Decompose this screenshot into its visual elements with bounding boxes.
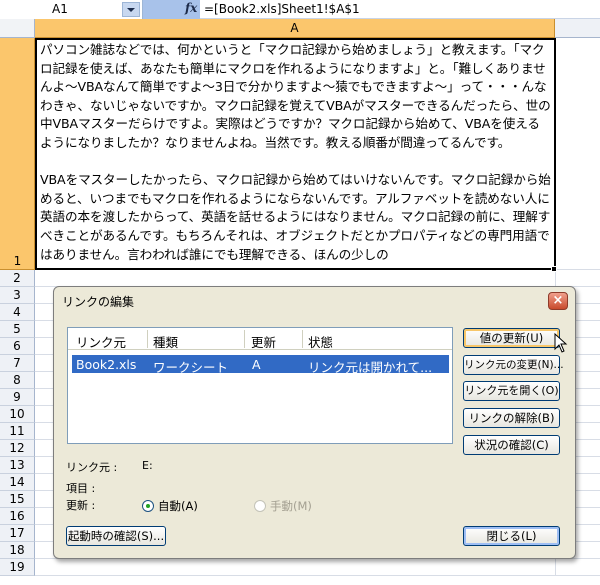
update-values-button[interactable]: 値の更新(U) [463, 328, 560, 348]
startup-prompt-button[interactable]: 起動時の確認(S)... [66, 526, 166, 546]
column-header-a[interactable]: A [35, 19, 555, 38]
break-link-button[interactable]: リンクの解除(B) [463, 408, 560, 428]
link-status: リンク元は開かれて... [308, 360, 433, 375]
column-divider[interactable] [244, 330, 245, 348]
cell-b1[interactable] [556, 38, 600, 270]
formula-bar: A1 fx =[Book2.xls]Sheet1!$A$1 [0, 0, 600, 19]
insert-function-area: fx [143, 0, 200, 19]
row-number: 11 [9, 424, 25, 438]
source-label: リンク元 : [66, 461, 118, 474]
cell-a1[interactable]: パソコン雑誌などでは、何かというと「マクロ記録から始めましょう」と教えます。「マ… [35, 38, 556, 270]
row-header-12[interactable]: 12 [0, 440, 35, 457]
row-header-15[interactable]: 15 [0, 491, 35, 508]
update-label: 更新 : [66, 499, 96, 512]
grid-row [35, 559, 600, 576]
mouse-pointer-icon [554, 333, 568, 353]
name-box-dropdown-button[interactable] [122, 2, 140, 17]
close-button[interactable]: 閉じる(L) [463, 526, 560, 546]
auto-update-radio[interactable] [142, 500, 154, 512]
cell-a1-paragraph-1: パソコン雑誌などでは、何かというと「マクロ記録から始めましょう」と教えます。「マ… [40, 42, 551, 150]
name-box[interactable]: A1 [0, 0, 143, 19]
row-header-1[interactable]: 1 [0, 38, 35, 270]
dialog-title: リンクの編集 [62, 295, 135, 309]
column-header-b[interactable] [555, 19, 600, 38]
row-header-11[interactable]: 11 [0, 423, 35, 440]
row-header-5[interactable]: 5 [0, 321, 35, 338]
row-header-14[interactable]: 14 [0, 474, 35, 491]
row-header-9[interactable]: 9 [0, 389, 35, 406]
row-number: 7 [13, 356, 21, 370]
row-header-4[interactable]: 4 [0, 304, 35, 321]
grid-row [35, 270, 600, 287]
row-number: 1 [13, 254, 22, 268]
column-divider[interactable] [147, 330, 148, 348]
source-value: E: [142, 459, 153, 472]
select-all-corner[interactable] [0, 19, 35, 38]
row-header-10[interactable]: 10 [0, 406, 35, 423]
row-number: 2 [13, 271, 21, 285]
row-number: 10 [9, 407, 25, 421]
formula-input[interactable]: =[Book2.xls]Sheet1!$A$1 [204, 2, 360, 16]
row-number: 6 [13, 339, 21, 353]
row-number: 13 [9, 458, 25, 472]
row-header-16[interactable]: 16 [0, 508, 35, 525]
row-number: 17 [9, 526, 25, 540]
row-number: 15 [9, 492, 25, 506]
fx-icon[interactable]: fx [185, 1, 197, 15]
row-header-13[interactable]: 13 [0, 457, 35, 474]
row-number: 12 [9, 441, 25, 455]
row-header-2[interactable]: 2 [0, 270, 35, 287]
manual-update-radio[interactable] [254, 500, 266, 512]
column-header-update[interactable]: 更新 [251, 332, 276, 351]
link-type: ワークシート [153, 360, 229, 375]
row-header-7[interactable]: 7 [0, 355, 35, 372]
cell-a1-paragraph-2: VBAをマスターしたかったら、マクロ記録から始めてはいけないんです。マクロ記録か… [40, 172, 551, 262]
auto-update-label[interactable]: 自動(A) [158, 498, 198, 514]
link-update: A [252, 357, 261, 372]
row-header-18[interactable]: 18 [0, 542, 35, 559]
change-source-button[interactable]: リンク元の変更(N)... [463, 355, 564, 375]
links-list-header: リンク元 種類 更新 状態 [68, 328, 452, 350]
row-header-3[interactable]: 3 [0, 287, 35, 304]
row-number: 14 [9, 475, 25, 489]
column-header-source[interactable]: リンク元 [76, 332, 126, 351]
row-number: 5 [13, 322, 21, 336]
row-number: 18 [9, 543, 25, 557]
row-header-6[interactable]: 6 [0, 338, 35, 355]
check-status-button[interactable]: 状況の確認(C) [463, 435, 560, 455]
chevron-down-icon [127, 8, 135, 12]
open-source-button[interactable]: リンク元を開く(O) [463, 381, 560, 401]
row-header-8[interactable]: 8 [0, 372, 35, 389]
row-number: 4 [13, 305, 21, 319]
edit-links-dialog: リンクの編集 × リンク元 種類 更新 状態 Book2.xls ワークシート … [53, 286, 576, 559]
fill-handle[interactable] [551, 266, 557, 272]
row-number: 3 [13, 288, 21, 302]
row-header-17[interactable]: 17 [0, 525, 35, 542]
name-box-value: A1 [52, 2, 68, 16]
row-number: 9 [13, 390, 21, 404]
row-header-19[interactable]: 19 [0, 559, 35, 576]
row-number: 19 [9, 560, 25, 574]
link-source: Book2.xls [76, 357, 137, 372]
item-label: 項目 : [66, 482, 96, 495]
row-number: 8 [13, 373, 21, 387]
manual-update-label[interactable]: 手動(M) [270, 498, 312, 514]
column-header-status[interactable]: 状態 [308, 332, 333, 351]
close-icon[interactable]: × [548, 292, 568, 310]
list-item[interactable]: Book2.xls ワークシート A リンク元は開かれて... [72, 355, 449, 375]
column-divider[interactable] [302, 330, 303, 348]
column-header-type[interactable]: 種類 [153, 332, 178, 351]
row-number: 16 [9, 509, 25, 523]
links-list[interactable]: リンク元 種類 更新 状態 Book2.xls ワークシート A リンク元は開か… [67, 327, 453, 444]
